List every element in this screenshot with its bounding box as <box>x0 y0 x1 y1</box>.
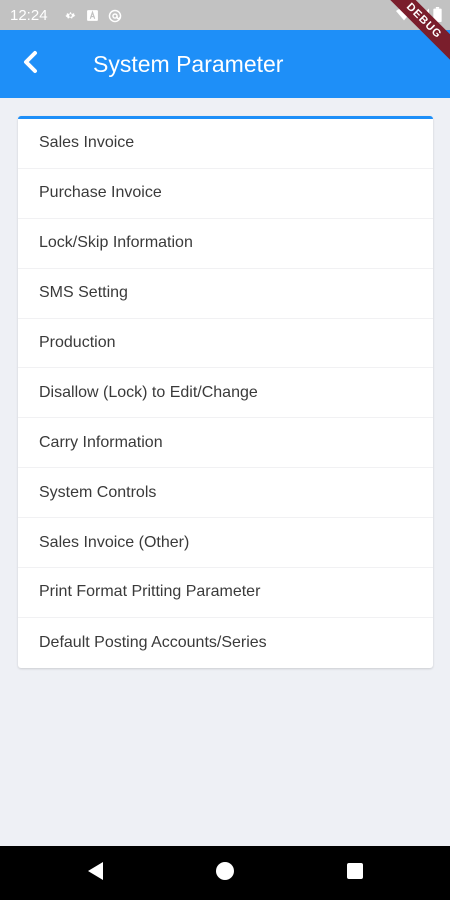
menu-item-sales-invoice-other[interactable]: Sales Invoice (Other) <box>18 518 433 569</box>
back-button[interactable] <box>10 42 50 86</box>
status-time: 12:24 <box>10 6 48 24</box>
menu-item-default-posting-accounts[interactable]: Default Posting Accounts/Series <box>18 618 433 668</box>
nav-home-button[interactable] <box>195 846 255 900</box>
nav-back-button[interactable] <box>65 846 125 900</box>
nav-recents-button[interactable] <box>325 846 385 900</box>
back-triangle-icon <box>86 861 104 886</box>
a-box-icon <box>86 9 99 22</box>
menu-item-carry-information[interactable]: Carry Information <box>18 418 433 469</box>
chevron-left-icon <box>21 50 39 79</box>
menu-item-sms-setting[interactable]: SMS Setting <box>18 269 433 319</box>
home-circle-icon <box>215 861 235 886</box>
menu-item-sales-invoice[interactable]: Sales Invoice <box>18 119 433 169</box>
menu-item-print-format-parameter[interactable]: Print Format Pritting Parameter <box>18 568 433 618</box>
menu-item-system-controls[interactable]: System Controls <box>18 468 433 519</box>
page-title: System Parameter <box>93 51 284 77</box>
at-sign-icon <box>108 9 121 22</box>
status-notification-icons <box>64 9 121 22</box>
menu-item-disallow-lock-edit[interactable]: Disallow (Lock) to Edit/Change <box>18 368 433 419</box>
recents-square-icon <box>346 862 364 885</box>
menu-item-purchase-invoice[interactable]: Purchase Invoice <box>18 169 433 219</box>
gear-icon <box>64 9 77 22</box>
status-bar: 12:24 <box>0 0 450 30</box>
menu-item-production[interactable]: Production <box>18 319 433 369</box>
menu-card: Sales Invoice Purchase Invoice Lock/Skip… <box>18 116 433 668</box>
navigation-bar <box>0 846 450 900</box>
menu-item-lock-skip-information[interactable]: Lock/Skip Information <box>18 219 433 269</box>
app-bar: System Parameter <box>0 30 450 98</box>
